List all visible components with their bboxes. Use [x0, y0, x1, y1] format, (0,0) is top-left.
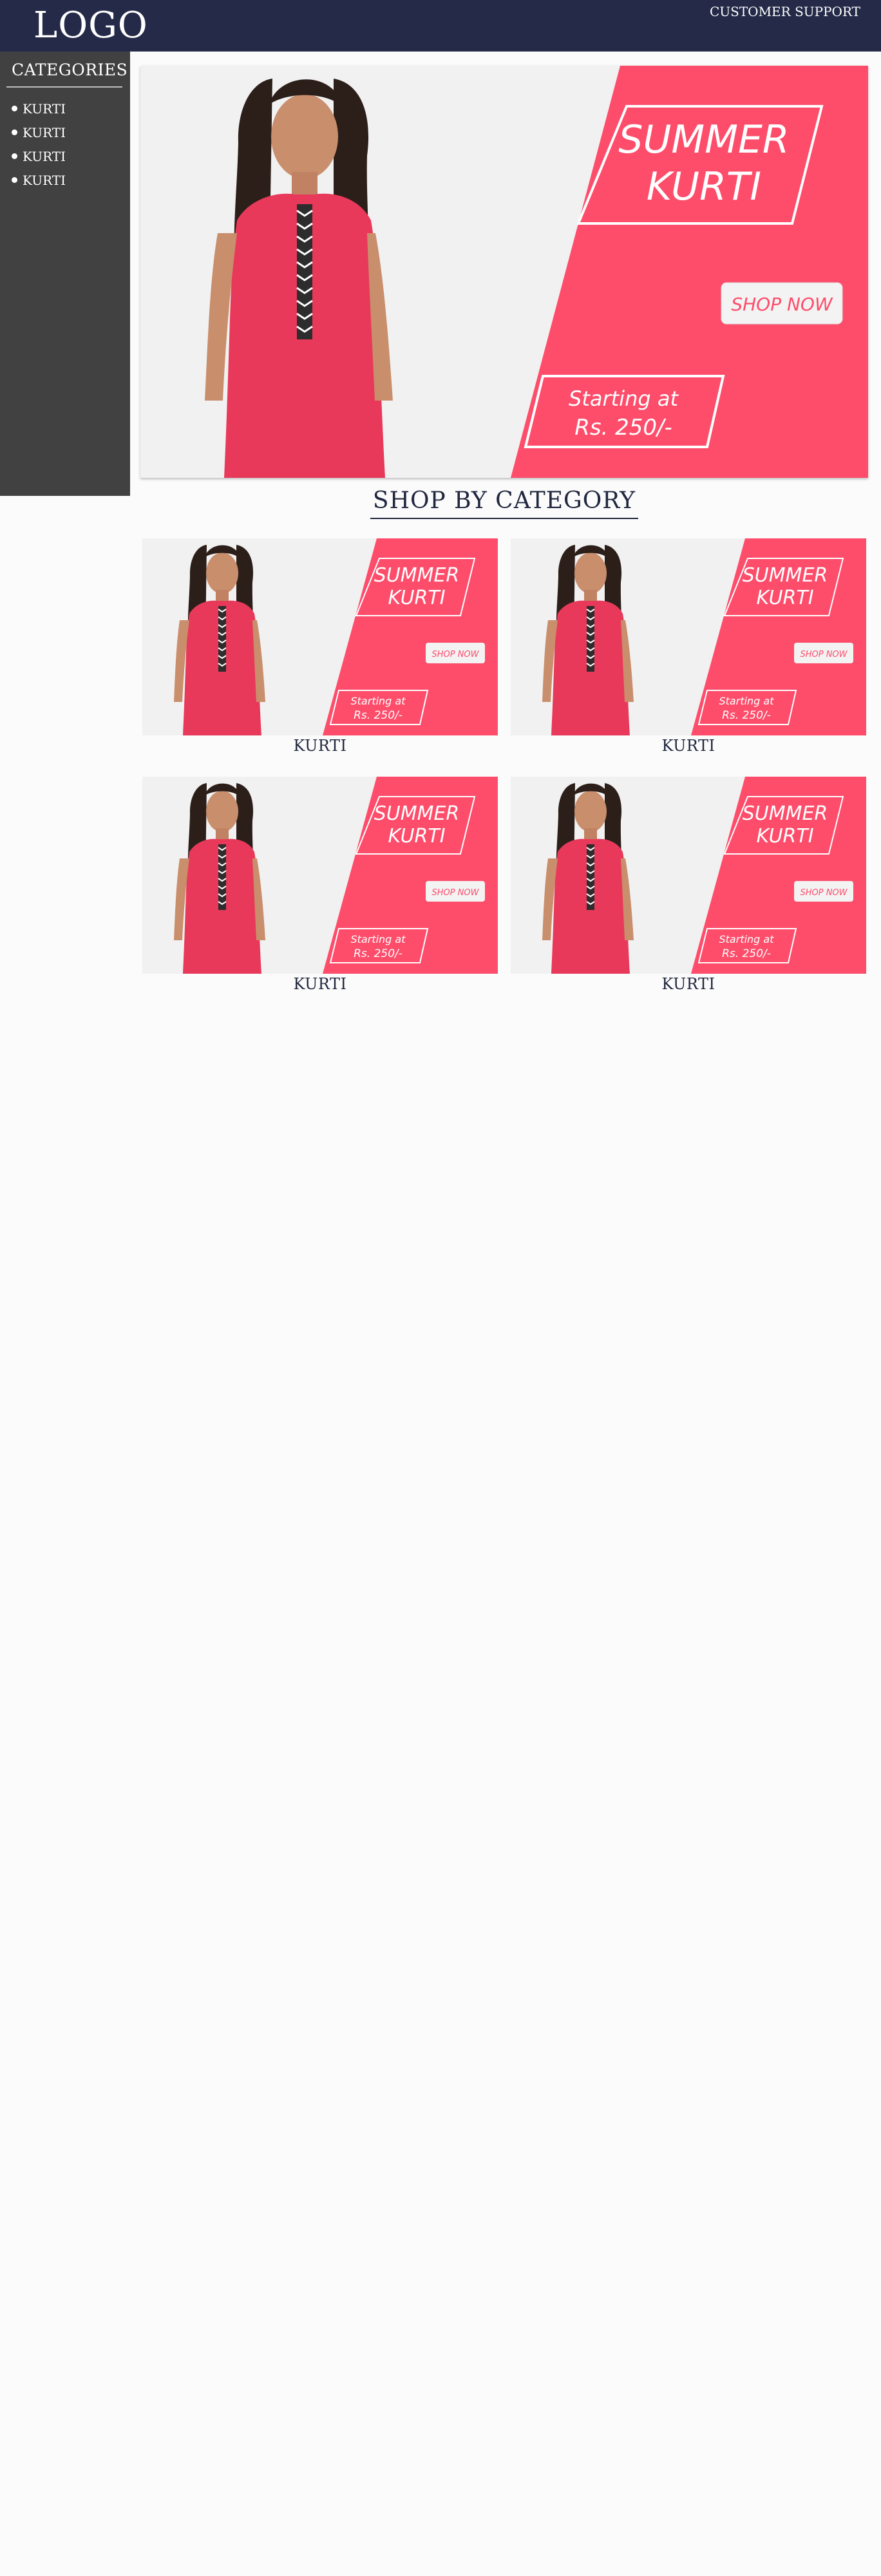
card-price-line2: Rs. 250/-: [722, 709, 771, 722]
bullet-icon: [12, 153, 17, 159]
card-headline-line2: KURTI: [756, 825, 813, 848]
card-price-line2: Rs. 250/-: [354, 709, 403, 722]
card-shop-now-button[interactable]: SHOP NOW: [794, 643, 853, 663]
category-card-label[interactable]: KURTI: [142, 737, 498, 755]
card-shop-now-button[interactable]: SHOP NOW: [426, 881, 485, 902]
category-card-4[interactable]: SUMMER KURTI SHOP NOW Starting at Rs. 25…: [511, 777, 866, 993]
category-card-banner[interactable]: SUMMER KURTI SHOP NOW Starting at Rs. 25…: [511, 777, 866, 974]
card-banner-graphic: SUMMER KURTI SHOP NOW Starting at Rs. 25…: [142, 538, 498, 735]
hero-shop-now-label: SHOP NOW: [731, 294, 833, 315]
sidebar-item-label: KURTI: [23, 172, 66, 188]
card-price-line1: Starting at: [719, 933, 775, 945]
sidebar-item-kurti-2[interactable]: KURTI: [12, 120, 66, 144]
category-card-1[interactable]: SUMMER KURTI SHOP NOW Starting at Rs. 25…: [142, 538, 498, 755]
card-price-line1: Starting at: [719, 695, 775, 707]
customer-support-link[interactable]: CUSTOMER SUPPORT: [710, 4, 860, 19]
card-shop-now-button[interactable]: SHOP NOW: [426, 643, 485, 663]
bullet-icon: [12, 177, 17, 183]
sidebar-item-label: KURTI: [23, 148, 66, 164]
site-logo[interactable]: LOGO: [33, 4, 148, 48]
card-headline-line1: SUMMER: [374, 564, 460, 587]
sidebar-item-kurti-1[interactable]: KURTI: [12, 97, 66, 120]
hero-banner[interactable]: SUMMER KURTI SHOP NOW Starting at Rs. 25…: [140, 66, 868, 478]
card-price-line2: Rs. 250/-: [722, 947, 771, 960]
category-card-banner[interactable]: SUMMER KURTI SHOP NOW Starting at Rs. 25…: [142, 777, 498, 974]
card-headline-line1: SUMMER: [743, 564, 828, 587]
top-header: LOGO CUSTOMER SUPPORT: [0, 0, 881, 52]
card-banner-graphic: SUMMER KURTI SHOP NOW Starting at Rs. 25…: [142, 777, 498, 974]
card-shop-now-label: SHOP NOW: [431, 650, 479, 659]
bullet-icon: [12, 106, 17, 111]
card-price-line1: Starting at: [351, 695, 406, 707]
hero-headline-line2: KURTI: [647, 164, 761, 209]
card-headline-line1: SUMMER: [374, 802, 460, 825]
category-card-2[interactable]: SUMMER KURTI SHOP NOW Starting at Rs. 25…: [511, 538, 866, 755]
categories-list: KURTI KURTI KURTI KURTI: [12, 97, 66, 192]
hero-shop-now-button[interactable]: SHOP NOW: [721, 282, 843, 325]
categories-divider: [6, 86, 122, 88]
category-card-label[interactable]: KURTI: [511, 737, 866, 755]
categories-heading: CATEGORIES: [12, 61, 128, 79]
category-card-label[interactable]: KURTI: [142, 975, 498, 993]
shop-by-category-heading: SHOP BY CATEGORY: [140, 488, 868, 519]
sidebar-item-kurti-3[interactable]: KURTI: [12, 144, 66, 168]
card-headline-line2: KURTI: [388, 587, 445, 609]
sidebar-item-label: KURTI: [23, 124, 66, 140]
card-shop-now-button[interactable]: SHOP NOW: [794, 881, 853, 902]
bullet-icon: [12, 129, 17, 135]
hero-price-line1: Starting at: [569, 386, 679, 411]
hero-banner-graphic: SUMMER KURTI SHOP NOW Starting at Rs. 25…: [140, 66, 868, 478]
category-card-label[interactable]: KURTI: [511, 975, 866, 993]
card-headline-line1: SUMMER: [743, 802, 828, 825]
card-banner-graphic: SUMMER KURTI SHOP NOW Starting at Rs. 25…: [511, 538, 866, 735]
card-price-line1: Starting at: [351, 933, 406, 945]
sidebar-item-kurti-4[interactable]: KURTI: [12, 168, 66, 192]
hero-price-line2: Rs. 250/-: [574, 415, 672, 440]
section-title-text: SHOP BY CATEGORY: [370, 488, 639, 519]
hero-headline-line1: SUMMER: [618, 117, 789, 162]
card-shop-now-label: SHOP NOW: [800, 650, 848, 659]
card-headline-line2: KURTI: [756, 587, 813, 609]
category-card-banner[interactable]: SUMMER KURTI SHOP NOW Starting at Rs. 25…: [142, 538, 498, 735]
card-banner-graphic: SUMMER KURTI SHOP NOW Starting at Rs. 25…: [511, 777, 866, 974]
card-headline-line2: KURTI: [388, 825, 445, 848]
sidebar-item-label: KURTI: [23, 100, 66, 117]
card-shop-now-label: SHOP NOW: [431, 888, 479, 898]
category-card-banner[interactable]: SUMMER KURTI SHOP NOW Starting at Rs. 25…: [511, 538, 866, 735]
card-price-line2: Rs. 250/-: [354, 947, 403, 960]
categories-sidebar: CATEGORIES KURTI KURTI KURTI KURTI: [0, 52, 130, 496]
card-shop-now-label: SHOP NOW: [800, 888, 848, 898]
category-card-3[interactable]: SUMMER KURTI SHOP NOW Starting at Rs. 25…: [142, 777, 498, 993]
